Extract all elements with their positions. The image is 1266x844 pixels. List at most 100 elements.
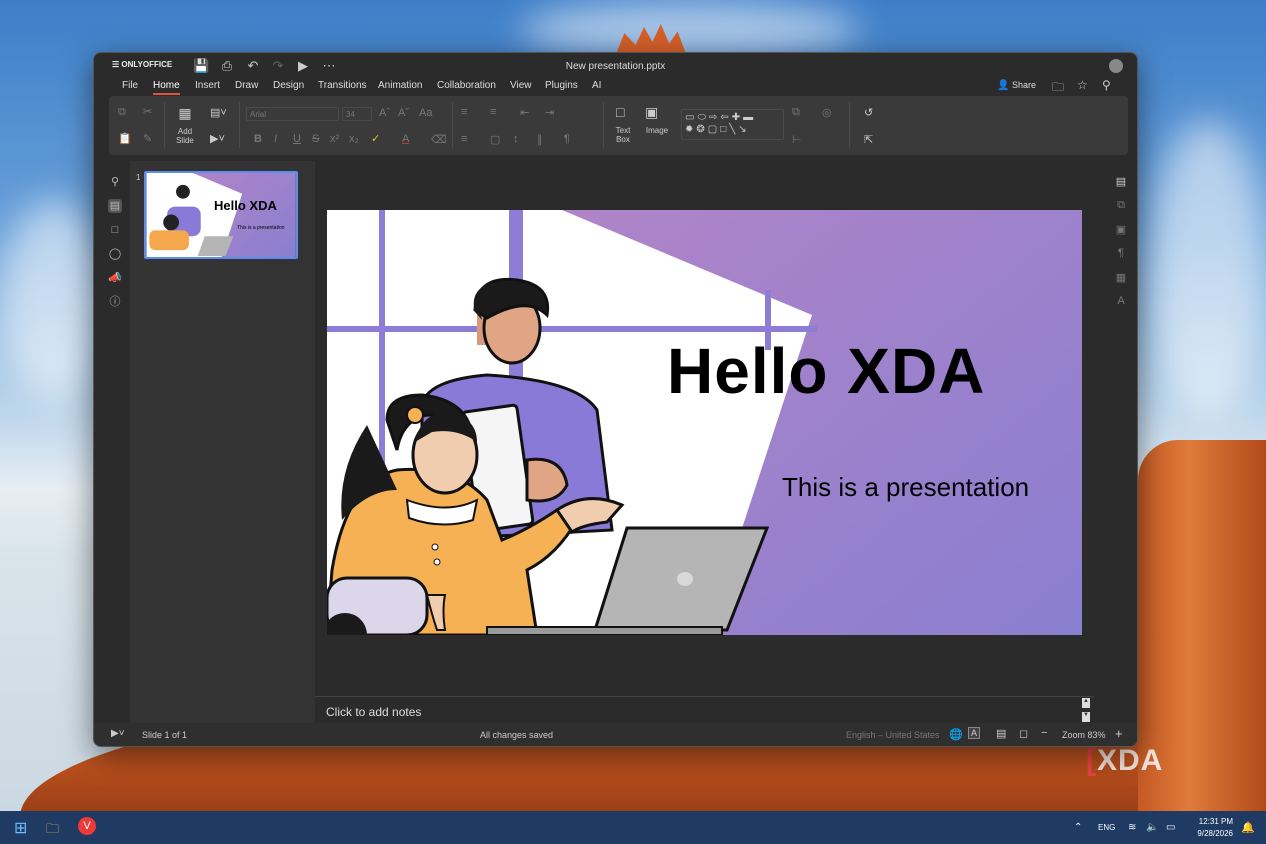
notes-pane[interactable]: Click to add notes ▲ ▼: [315, 696, 1094, 723]
tab-insert[interactable]: Insert: [195, 79, 220, 93]
text-box-icon[interactable]: □: [616, 104, 624, 120]
tab-transitions[interactable]: Transitions: [318, 79, 367, 93]
increase-indent-icon[interactable]: ⇥: [545, 106, 554, 119]
zoom-out-icon[interactable]: −: [1041, 727, 1047, 739]
tab-view[interactable]: View: [510, 79, 532, 93]
image-icon[interactable]: ▣: [645, 104, 658, 121]
shape-settings-icon[interactable]: ⧉: [1114, 199, 1128, 212]
favorite-icon[interactable]: ☆: [1077, 78, 1088, 92]
table-settings-icon[interactable]: ▦: [1114, 271, 1128, 284]
language-select[interactable]: English – United States: [846, 730, 940, 740]
line-spacing-icon[interactable]: ↕: [513, 133, 519, 145]
globe-icon[interactable]: 🌐: [949, 728, 963, 741]
slide-subtitle[interactable]: This is a presentation: [782, 472, 1029, 503]
tab-collaboration[interactable]: Collaboration: [437, 79, 496, 93]
columns-icon[interactable]: ∥: [537, 133, 543, 146]
clock-time[interactable]: 12:31 PM: [1188, 817, 1233, 826]
fit-slide-icon[interactable]: ▤: [996, 727, 1006, 740]
align-left-icon[interactable]: ≡: [461, 133, 467, 145]
subscript-icon[interactable]: x₂: [349, 133, 359, 145]
tab-home[interactable]: Home: [153, 79, 180, 95]
group-icon[interactable]: ◎: [822, 106, 832, 119]
font-size-select[interactable]: 34: [342, 107, 372, 121]
font-color-icon[interactable]: A: [402, 133, 409, 145]
slide-settings-icon[interactable]: ▤: [1114, 175, 1128, 188]
slide-title[interactable]: Hello XDA: [667, 334, 985, 408]
underline-icon[interactable]: U: [293, 133, 301, 145]
wifi-icon[interactable]: ≋: [1128, 822, 1136, 833]
image-button[interactable]: Image: [642, 126, 672, 135]
share-icon[interactable]: 👤: [997, 80, 1009, 91]
slideshow-start-icon[interactable]: ▶˅: [111, 728, 125, 739]
tab-draw[interactable]: Draw: [235, 79, 258, 93]
notes-placeholder[interactable]: Click to add notes: [326, 705, 421, 719]
strikethrough-icon[interactable]: S: [312, 133, 319, 145]
change-case-icon[interactable]: Aa: [419, 107, 432, 119]
increase-font-icon[interactable]: Aˆ: [379, 107, 390, 119]
notification-icon[interactable]: 🔔: [1241, 821, 1255, 834]
bullets-icon[interactable]: ≡: [461, 106, 467, 118]
select-icon[interactable]: ⇱: [864, 133, 873, 146]
ribbon-toolbar: ⧉ ✂ 📋 ✎ ▦ Add Slide ▤˅ ▶˅ Arial 34 Aˆ Aˇ…: [109, 96, 1128, 155]
copy-icon[interactable]: ⧉: [118, 106, 126, 119]
decrease-font-icon[interactable]: Aˇ: [398, 107, 409, 119]
paragraph-settings-icon[interactable]: ¶: [1114, 247, 1128, 259]
add-slide-button[interactable]: Add Slide: [169, 127, 201, 145]
tab-plugins[interactable]: Plugins: [545, 79, 578, 93]
replace-icon[interactable]: ↺: [864, 106, 873, 119]
tray-overflow-icon[interactable]: ⌃: [1074, 822, 1082, 833]
clear-formatting-icon[interactable]: ⌫: [431, 133, 447, 146]
bold-icon[interactable]: B: [254, 133, 262, 145]
input-language[interactable]: ENG: [1098, 823, 1115, 832]
image-settings-icon[interactable]: ▣: [1114, 223, 1128, 236]
volume-icon[interactable]: 🔈: [1146, 822, 1158, 833]
battery-icon[interactable]: ▭: [1166, 822, 1175, 833]
feedback-icon[interactable]: 📣: [108, 271, 122, 285]
align-objects-icon[interactable]: ⊢: [792, 133, 802, 146]
tab-animation[interactable]: Animation: [378, 79, 422, 93]
vertical-align-icon[interactable]: ▢: [490, 133, 500, 146]
cut-icon[interactable]: ✂: [143, 105, 152, 118]
tab-design[interactable]: Design: [273, 79, 304, 93]
info-icon[interactable]: ⓘ: [108, 295, 122, 309]
paragraph-icon[interactable]: ¶: [564, 133, 570, 145]
shapes-gallery[interactable]: ▭⬭⇨⇦✚▬ ✹❂▢□╲↘: [681, 109, 784, 140]
tab-file[interactable]: File: [122, 79, 138, 93]
document-title: New presentation.pptx: [565, 61, 666, 72]
windows-start-icon[interactable]: ⊞: [14, 818, 27, 838]
comments-icon[interactable]: □: [108, 223, 122, 237]
font-name-select[interactable]: Arial: [246, 107, 339, 121]
search-icon[interactable]: ⚲: [1102, 78, 1111, 92]
file-explorer-icon[interactable]: 🗀: [46, 820, 59, 842]
fit-width-icon[interactable]: ◻: [1019, 727, 1028, 740]
avatar[interactable]: [1109, 59, 1123, 73]
slide[interactable]: Hello XDA This is a presentation: [327, 210, 1082, 635]
arrange-icon[interactable]: ⧉: [792, 106, 800, 119]
share-button[interactable]: Share: [1012, 80, 1036, 90]
decrease-indent-icon[interactable]: ⇤: [520, 106, 529, 119]
text-box-button[interactable]: Text Box: [609, 126, 637, 144]
numbering-icon[interactable]: ≡: [490, 106, 496, 118]
notes-scroll-up-icon[interactable]: ▲: [1082, 698, 1090, 708]
superscript-icon[interactable]: x²: [330, 133, 339, 145]
slide-thumbnail[interactable]: Hello XDA This is a presentation: [144, 171, 298, 259]
text-art-settings-icon[interactable]: A: [1114, 295, 1128, 307]
layout-icon[interactable]: ▤˅: [210, 106, 227, 119]
slide-size-icon[interactable]: ▶˅: [210, 132, 225, 145]
clock-date[interactable]: 9/28/2026: [1188, 829, 1233, 838]
add-slide-icon[interactable]: ▦: [176, 105, 194, 122]
notes-scroll-down-icon[interactable]: ▼: [1082, 712, 1090, 722]
chat-icon[interactable]: ◯: [108, 247, 122, 261]
format-painter-icon[interactable]: ✎: [143, 132, 152, 145]
italic-icon[interactable]: I: [274, 133, 277, 145]
paste-icon[interactable]: 📋: [118, 132, 132, 145]
vivaldi-icon[interactable]: V: [78, 817, 96, 835]
slides-icon[interactable]: ▤: [108, 199, 122, 213]
search-icon[interactable]: ⚲: [108, 175, 122, 189]
zoom-in-icon[interactable]: +: [1115, 726, 1123, 741]
tab-ai[interactable]: AI: [592, 79, 601, 93]
spellcheck-icon[interactable]: A: [968, 727, 981, 739]
highlight-icon[interactable]: ✓: [371, 132, 380, 145]
zoom-level[interactable]: Zoom 83%: [1062, 730, 1106, 740]
xda-watermark: [XDA: [1086, 744, 1164, 777]
